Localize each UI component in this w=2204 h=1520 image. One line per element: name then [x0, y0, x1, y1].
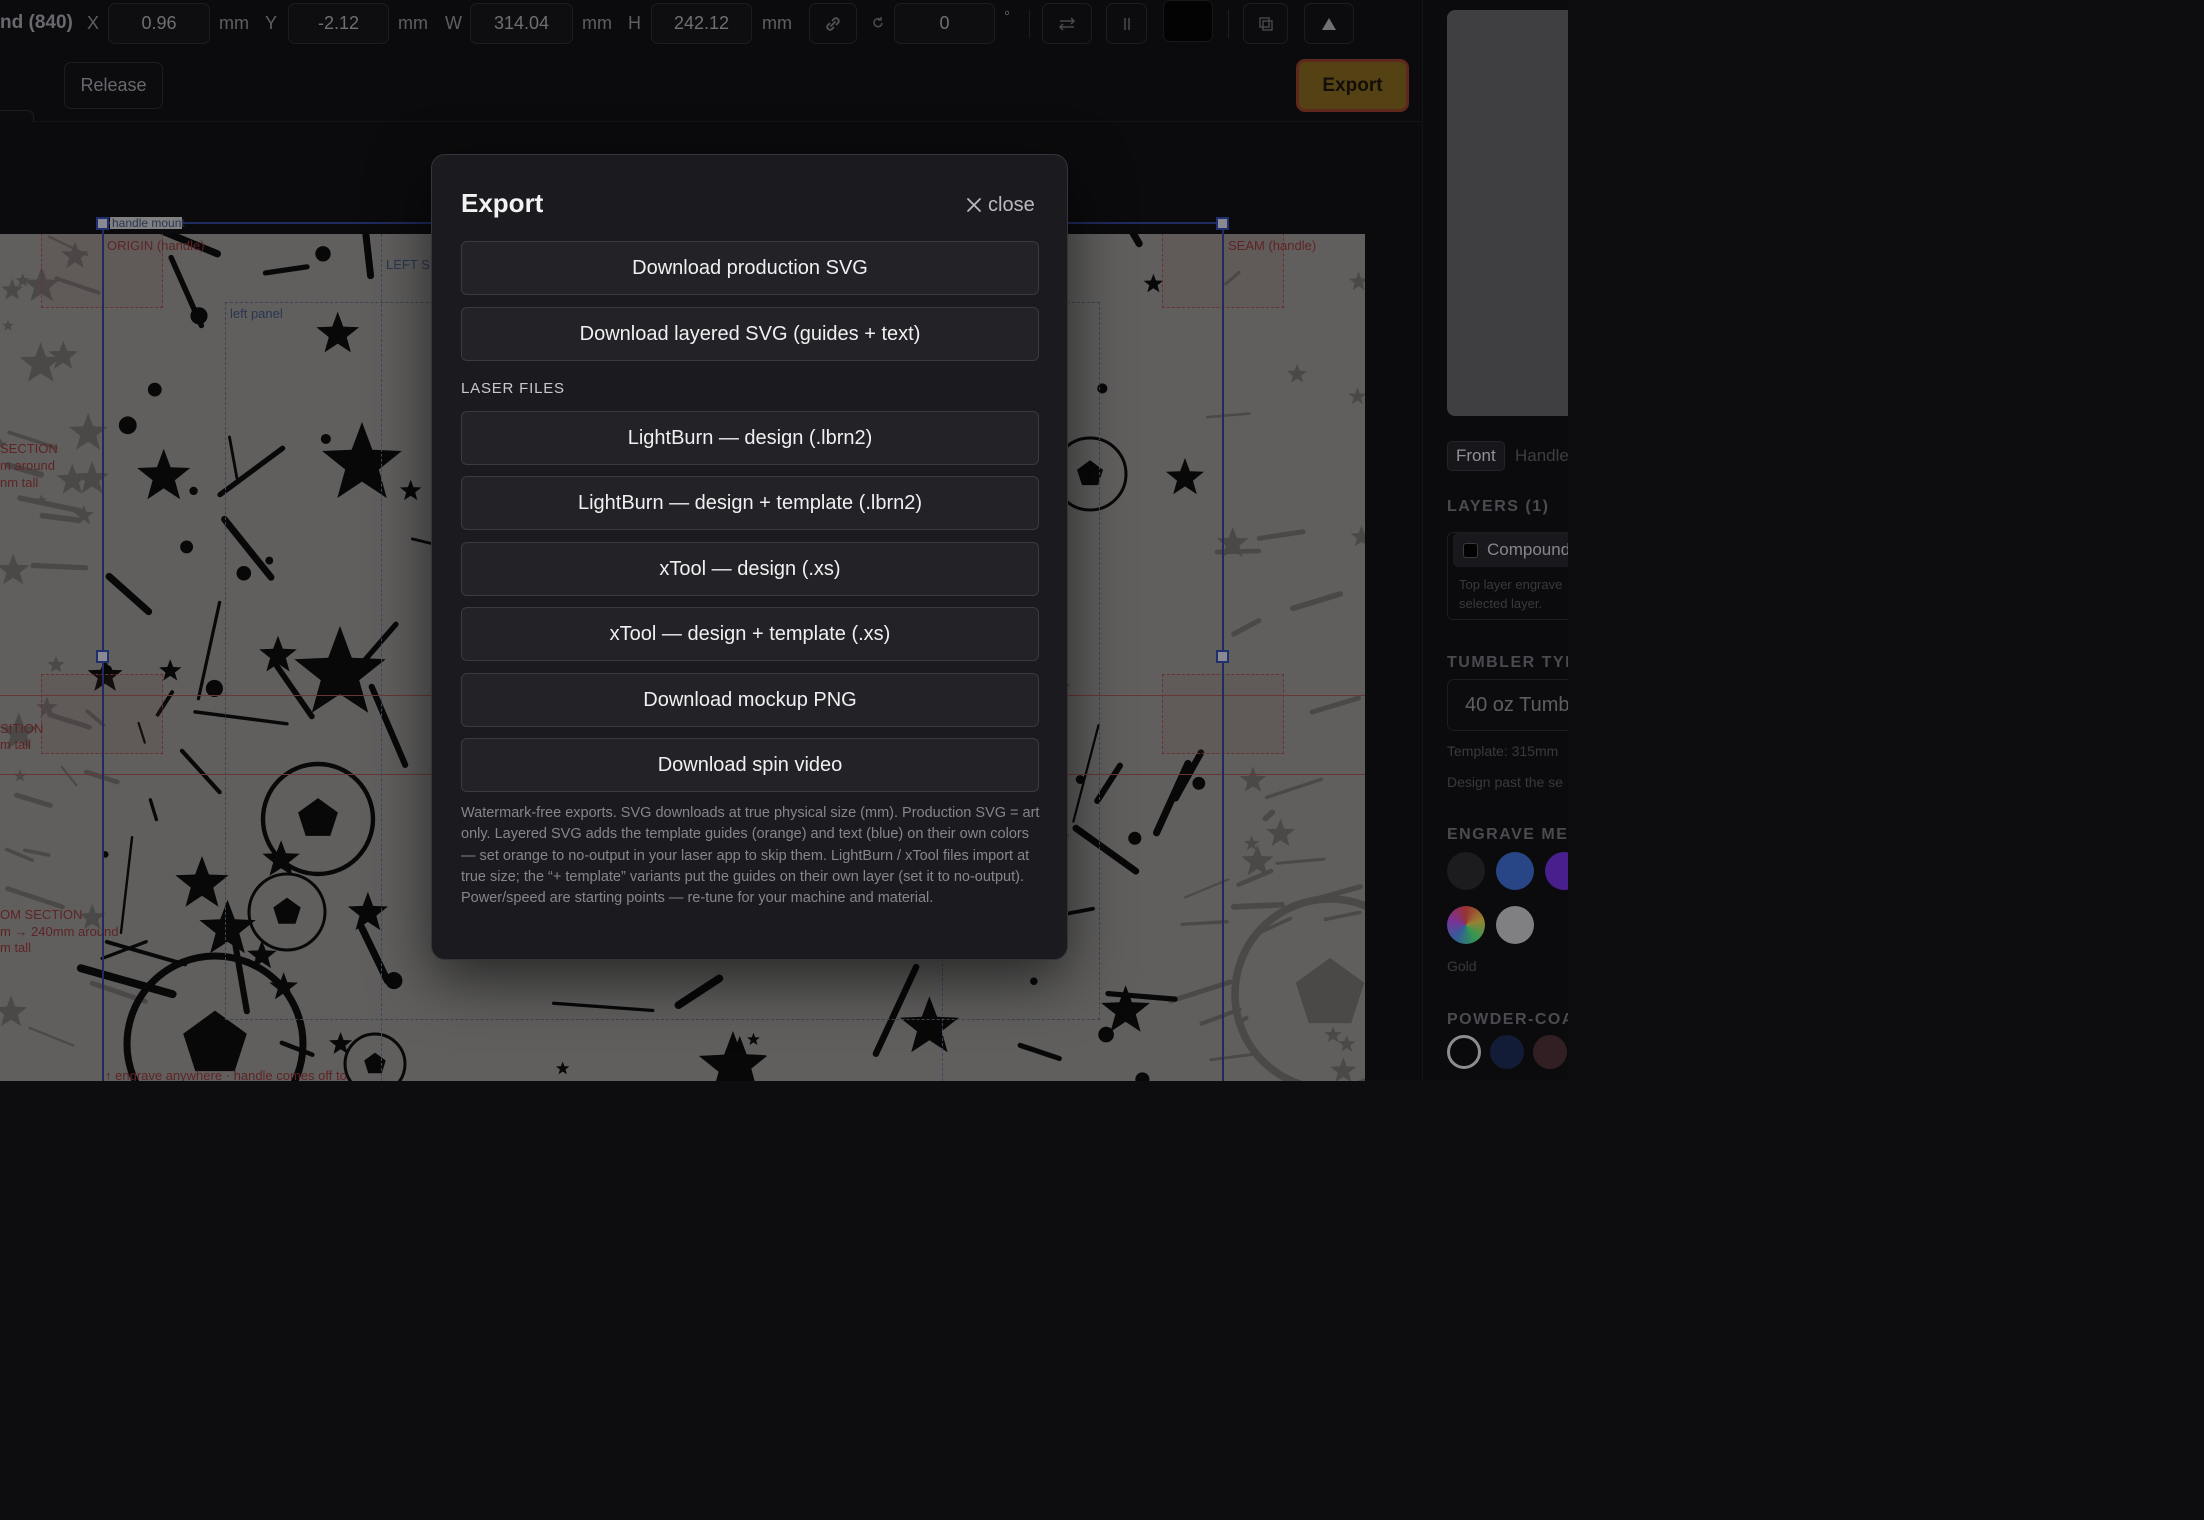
dialog-title: Export [461, 188, 544, 218]
lightburn-design-template-button[interactable]: LightBurn — design + template (.lbrn2) [461, 476, 1039, 530]
download-layered-svg-button[interactable]: Download layered SVG (guides + text) [461, 307, 1039, 361]
export-footnote: Watermark-free exports. SVG downloads at… [461, 805, 1040, 907]
xtool-design-button[interactable]: xTool — design (.xs) [461, 542, 1039, 596]
editor-app: nd (840) X 0.96 mm Y -2.12 mm W 314.04 m… [0, 0, 1568, 1081]
download-mockup-png-button[interactable]: Download mockup PNG [461, 673, 1039, 727]
close-button[interactable]: close [966, 191, 1035, 219]
xtool-design-template-button[interactable]: xTool — design + template (.xs) [461, 607, 1039, 661]
export-dialog: Export close Download production SVG Dow… [431, 154, 1068, 960]
laser-files-heading: LASER FILES [461, 380, 565, 397]
download-spin-video-button[interactable]: Download spin video [461, 738, 1039, 792]
lightburn-design-button[interactable]: LightBurn — design (.lbrn2) [461, 411, 1039, 465]
close-icon [967, 198, 981, 212]
download-production-svg-button[interactable]: Download production SVG [461, 241, 1039, 295]
close-label: close [988, 193, 1035, 216]
